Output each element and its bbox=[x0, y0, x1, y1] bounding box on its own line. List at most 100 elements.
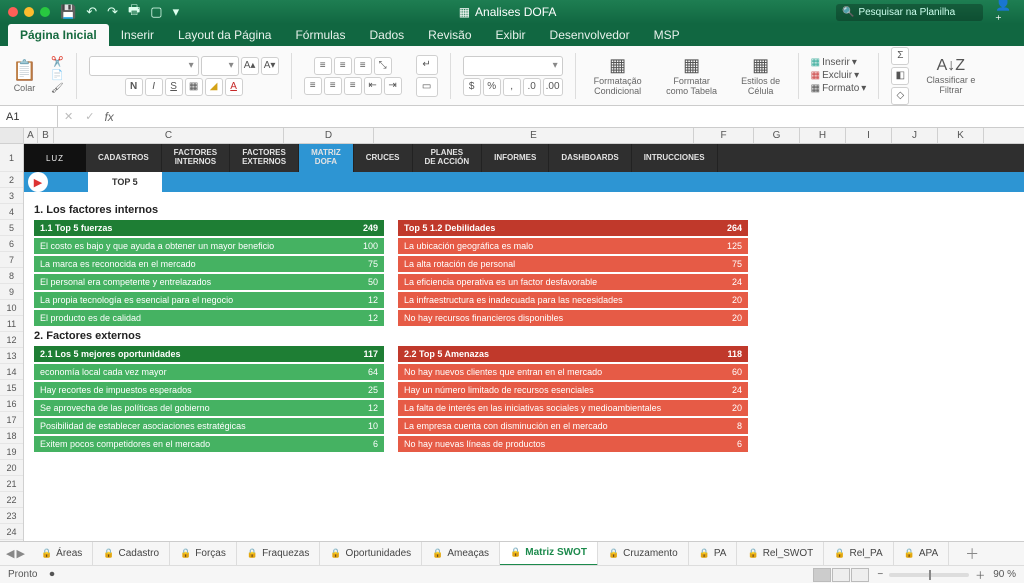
print-icon[interactable]: 🖶 bbox=[128, 1, 140, 23]
ribbon-tab-exibir[interactable]: Exibir bbox=[484, 24, 538, 46]
font-size-select[interactable] bbox=[201, 56, 239, 76]
align-top-button[interactable]: ≡ bbox=[314, 57, 332, 75]
sheet-tab-ameaças[interactable]: 🔒Ameaças bbox=[422, 542, 500, 566]
format-as-table-icon[interactable]: ▦ bbox=[683, 55, 700, 76]
close-window-button[interactable] bbox=[8, 7, 18, 17]
row-header-23[interactable]: 23 bbox=[0, 508, 23, 524]
dashboard-nav-item[interactable]: INFORMES bbox=[482, 144, 549, 172]
play-icon[interactable]: ▶ bbox=[28, 172, 48, 192]
normal-view-button[interactable] bbox=[813, 568, 831, 582]
row-header-10[interactable]: 10 bbox=[0, 300, 23, 316]
dashboard-nav-item[interactable]: FACTORESEXTERNOS bbox=[230, 144, 299, 172]
delete-cells-button[interactable]: ▦ Excluir ▾ bbox=[811, 70, 860, 81]
italic-button[interactable]: I bbox=[145, 78, 163, 96]
maximize-window-button[interactable] bbox=[40, 7, 50, 17]
column-header-B[interactable]: B bbox=[38, 128, 54, 143]
row-header-22[interactable]: 22 bbox=[0, 492, 23, 508]
select-all-corner[interactable] bbox=[0, 128, 24, 143]
wrap-text-button[interactable]: ↵ bbox=[416, 55, 438, 75]
row-header-9[interactable]: 9 bbox=[0, 284, 23, 300]
increase-font-button[interactable]: A▴ bbox=[241, 57, 259, 75]
sheet-tab-cadastro[interactable]: 🔒Cadastro bbox=[93, 542, 170, 566]
macro-recorder-icon[interactable]: ⏺ bbox=[49, 569, 54, 580]
conditional-formatting-icon[interactable]: ▦ bbox=[609, 55, 626, 76]
row-header-4[interactable]: 4 bbox=[0, 204, 23, 220]
sort-filter-icon[interactable]: A↓Z bbox=[937, 57, 965, 75]
minimize-window-button[interactable] bbox=[24, 7, 34, 17]
new-file-icon[interactable]: ▢ bbox=[150, 4, 162, 20]
paste-icon[interactable]: 📋 bbox=[12, 58, 37, 83]
align-left-button[interactable]: ≡ bbox=[304, 77, 322, 95]
percent-button[interactable]: % bbox=[483, 78, 501, 96]
decrease-decimal-button[interactable]: .00 bbox=[543, 78, 563, 96]
row-header-20[interactable]: 20 bbox=[0, 460, 23, 476]
sheet-tab-forças[interactable]: 🔒Forças bbox=[170, 542, 237, 566]
dashboard-nav-item[interactable]: CADASTROS bbox=[86, 144, 162, 172]
page-layout-view-button[interactable] bbox=[832, 568, 850, 582]
sheet-tab-fraquezas[interactable]: 🔒Fraquezas bbox=[237, 542, 320, 566]
column-header-D[interactable]: D bbox=[284, 128, 374, 143]
increase-decimal-button[interactable]: .0 bbox=[523, 78, 541, 96]
row-header-17[interactable]: 17 bbox=[0, 412, 23, 428]
sheet-tab-matriz-swot[interactable]: 🔒Matriz SWOT bbox=[500, 542, 598, 566]
row-header-14[interactable]: 14 bbox=[0, 364, 23, 380]
row-header-12[interactable]: 12 bbox=[0, 332, 23, 348]
sheet-tab-pa[interactable]: 🔒PA bbox=[689, 542, 738, 566]
page-break-view-button[interactable] bbox=[851, 568, 869, 582]
sheet-tab-rel_pa[interactable]: 🔒Rel_PA bbox=[824, 542, 893, 566]
name-box[interactable]: A1 bbox=[0, 106, 58, 127]
column-header-J[interactable]: J bbox=[892, 128, 938, 143]
sheet-tab-áreas[interactable]: 🔒Áreas bbox=[31, 542, 93, 566]
row-header-8[interactable]: 8 bbox=[0, 268, 23, 284]
dashboard-nav-item[interactable]: PLANESDE ACCIÓN bbox=[413, 144, 483, 172]
insert-cells-button[interactable]: ▦ Inserir ▾ bbox=[811, 57, 857, 68]
row-header-2[interactable]: 2 bbox=[0, 172, 23, 188]
fill-color-button[interactable]: ◢ bbox=[205, 78, 223, 96]
row-header-3[interactable]: 3 bbox=[0, 188, 23, 204]
font-color-button[interactable]: A bbox=[225, 78, 243, 96]
column-header-A[interactable]: A bbox=[24, 128, 38, 143]
column-header-G[interactable]: G bbox=[754, 128, 800, 143]
ribbon-tab-layout-da-página[interactable]: Layout da Página bbox=[166, 24, 283, 46]
accept-formula-icon[interactable]: ✓ bbox=[79, 110, 100, 123]
dashboard-nav-item[interactable]: FACTORESINTERNOS bbox=[162, 144, 230, 172]
row-header-21[interactable]: 21 bbox=[0, 476, 23, 492]
currency-button[interactable]: $ bbox=[463, 78, 481, 96]
format-cells-button[interactable]: ▦ Formato ▾ bbox=[811, 83, 867, 94]
dashboard-nav-item[interactable]: INTRUCCIONES bbox=[632, 144, 718, 172]
row-header-24[interactable]: 24 bbox=[0, 524, 23, 540]
column-header-I[interactable]: I bbox=[846, 128, 892, 143]
orientation-button[interactable]: ⤡ bbox=[374, 57, 392, 75]
zoom-slider[interactable] bbox=[889, 573, 969, 577]
undo-icon[interactable]: ↶ bbox=[86, 4, 97, 20]
ribbon-tab-inserir[interactable]: Inserir bbox=[109, 24, 166, 46]
row-header-5[interactable]: 5 bbox=[0, 220, 23, 236]
decrease-indent-button[interactable]: ⇤ bbox=[364, 77, 382, 95]
fx-icon[interactable]: fx bbox=[100, 110, 117, 124]
decrease-font-button[interactable]: A▾ bbox=[261, 57, 279, 75]
column-header-C[interactable]: C bbox=[54, 128, 284, 143]
share-icon[interactable]: 👤⁺ bbox=[995, 0, 1016, 28]
add-sheet-button[interactable]: ＋ bbox=[955, 544, 989, 564]
redo-icon[interactable]: ↷ bbox=[107, 4, 118, 20]
row-header-16[interactable]: 16 bbox=[0, 396, 23, 412]
align-middle-button[interactable]: ≡ bbox=[334, 57, 352, 75]
ribbon-tab-desenvolvedor[interactable]: Desenvolvedor bbox=[538, 24, 642, 46]
sheet-tab-cruzamento[interactable]: 🔒Cruzamento bbox=[598, 542, 689, 566]
row-header-11[interactable]: 11 bbox=[0, 316, 23, 332]
font-select[interactable] bbox=[89, 56, 199, 76]
dashboard-nav-item[interactable]: DASHBOARDS bbox=[549, 144, 631, 172]
ribbon-tab-fórmulas[interactable]: Fórmulas bbox=[283, 24, 357, 46]
row-header-18[interactable]: 18 bbox=[0, 428, 23, 444]
cell-styles-icon[interactable]: ▦ bbox=[752, 55, 769, 76]
row-header-15[interactable]: 15 bbox=[0, 380, 23, 396]
align-bottom-button[interactable]: ≡ bbox=[354, 57, 372, 75]
cut-icon[interactable]: ✂️ bbox=[51, 57, 63, 68]
row-header-19[interactable]: 19 bbox=[0, 444, 23, 460]
column-header-K[interactable]: K bbox=[938, 128, 984, 143]
increase-indent-button[interactable]: ⇥ bbox=[384, 77, 402, 95]
comma-button[interactable]: , bbox=[503, 78, 521, 96]
save-icon[interactable]: 💾 bbox=[60, 4, 76, 20]
format-painter-icon[interactable]: 🖌 bbox=[51, 83, 64, 94]
spreadsheet-grid[interactable]: 1234567891011121314151617181920212223242… bbox=[0, 144, 1024, 561]
